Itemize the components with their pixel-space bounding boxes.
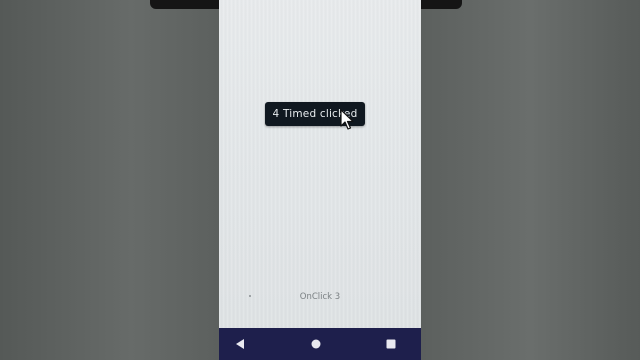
recents-square-icon[interactable] bbox=[385, 338, 397, 350]
screen-moire bbox=[219, 0, 421, 360]
phone-screen: 4 Timed clicked OnClick 3 bbox=[219, 0, 421, 360]
backdrop-right bbox=[421, 0, 640, 360]
android-nav-bar bbox=[219, 328, 421, 360]
mouse-pointer-icon bbox=[340, 109, 354, 130]
back-triangle-icon[interactable] bbox=[234, 338, 246, 350]
backdrop-left bbox=[0, 0, 219, 360]
home-circle-icon[interactable] bbox=[310, 338, 322, 350]
onclick-counter-label: OnClick 3 bbox=[299, 292, 341, 302]
